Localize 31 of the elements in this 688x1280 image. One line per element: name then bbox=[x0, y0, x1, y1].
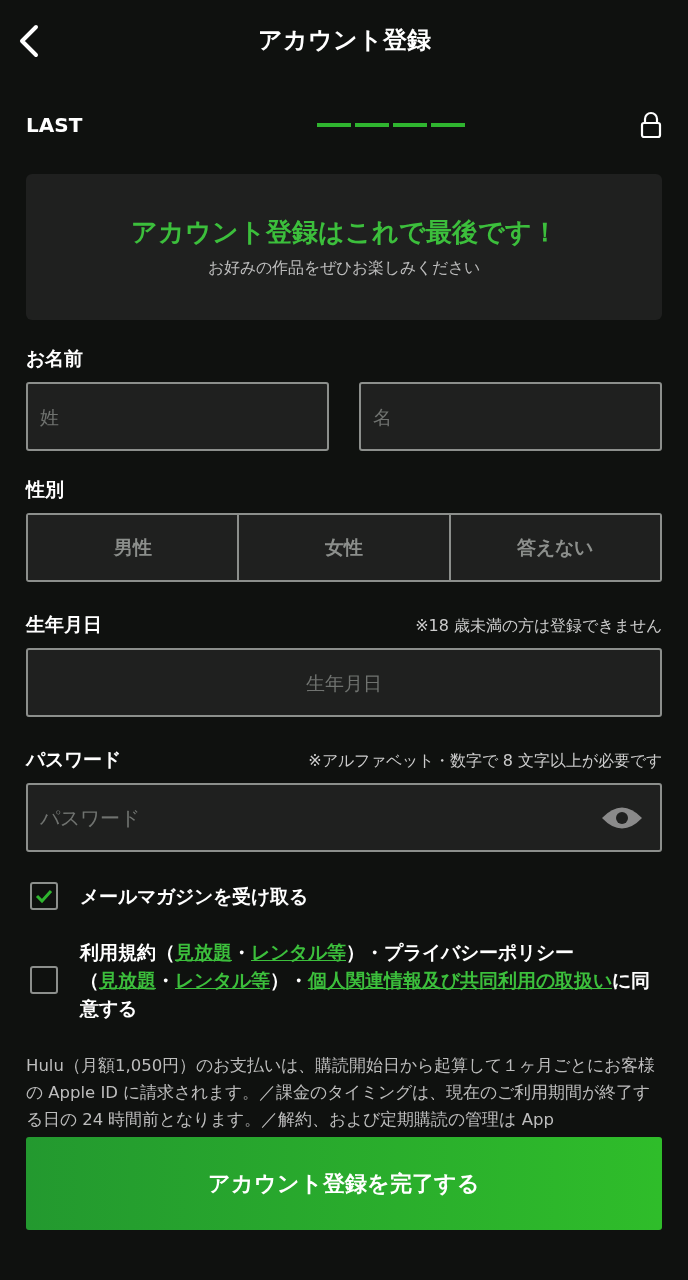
field-note: ※18 歳未満の方は登録できません bbox=[415, 616, 662, 637]
gender-option[interactable]: 男性 bbox=[28, 515, 238, 580]
birthday-field[interactable]: 生年月日 bbox=[26, 648, 662, 717]
terms-link[interactable]: 個人関連情報及び共同利用の取扱い bbox=[308, 969, 612, 991]
agreement-text: 利用規約（見放題・レンタル等）・プライバシーポリシー（見放題・レンタル等）・個人関連情報及び共同利用の取扱いに同意する bbox=[80, 940, 651, 1021]
checkbox[interactable] bbox=[30, 966, 58, 994]
field-label: お名前 bbox=[26, 346, 84, 371]
name-field[interactable]: 名 bbox=[359, 382, 662, 451]
field-label: 性別 bbox=[26, 477, 65, 502]
eye-icon[interactable] bbox=[600, 805, 644, 831]
field-note: ※アルファベット・数字で 8 文字以上が必要です bbox=[308, 751, 662, 772]
step-label: LAST bbox=[26, 113, 83, 137]
terms-link[interactable]: レンタル等 bbox=[251, 941, 346, 963]
terms-link[interactable]: 見放題 bbox=[175, 941, 232, 963]
password-field[interactable]: パスワード bbox=[26, 783, 662, 852]
terms-link[interactable]: 見放題 bbox=[99, 969, 156, 991]
banner-subtitle: お好みの作品をぜひお楽しみください bbox=[208, 258, 480, 279]
terms-link[interactable]: レンタル等 bbox=[175, 969, 270, 991]
back-icon bbox=[18, 24, 40, 58]
billing-notice: Hulu（月額1,050円）のお支払いは、購読開始日から起算して１ヶ月ごとにお客様の Apple ID に請求されます。／課金のタイミングは、現在のご利用期間が終了する日の 24 時間前となります。／解約、および定期購読の管理は App bbox=[26, 1055, 657, 1131]
name-field[interactable]: 姓 bbox=[26, 382, 329, 451]
checkbox[interactable] bbox=[30, 882, 58, 910]
lock-icon bbox=[640, 111, 662, 139]
checkbox-label: メールマガジンを受け取る bbox=[80, 884, 308, 909]
field-label: パスワード bbox=[26, 747, 121, 772]
banner-title: アカウント登録はこれで最後です！ bbox=[130, 216, 558, 249]
gender-option[interactable]: 女性 bbox=[237, 515, 449, 580]
page-title: アカウント登録 bbox=[257, 25, 431, 56]
check-icon bbox=[35, 889, 53, 903]
field-label: 生年月日 bbox=[26, 612, 102, 637]
gender-option[interactable]: 答えない bbox=[448, 515, 660, 580]
